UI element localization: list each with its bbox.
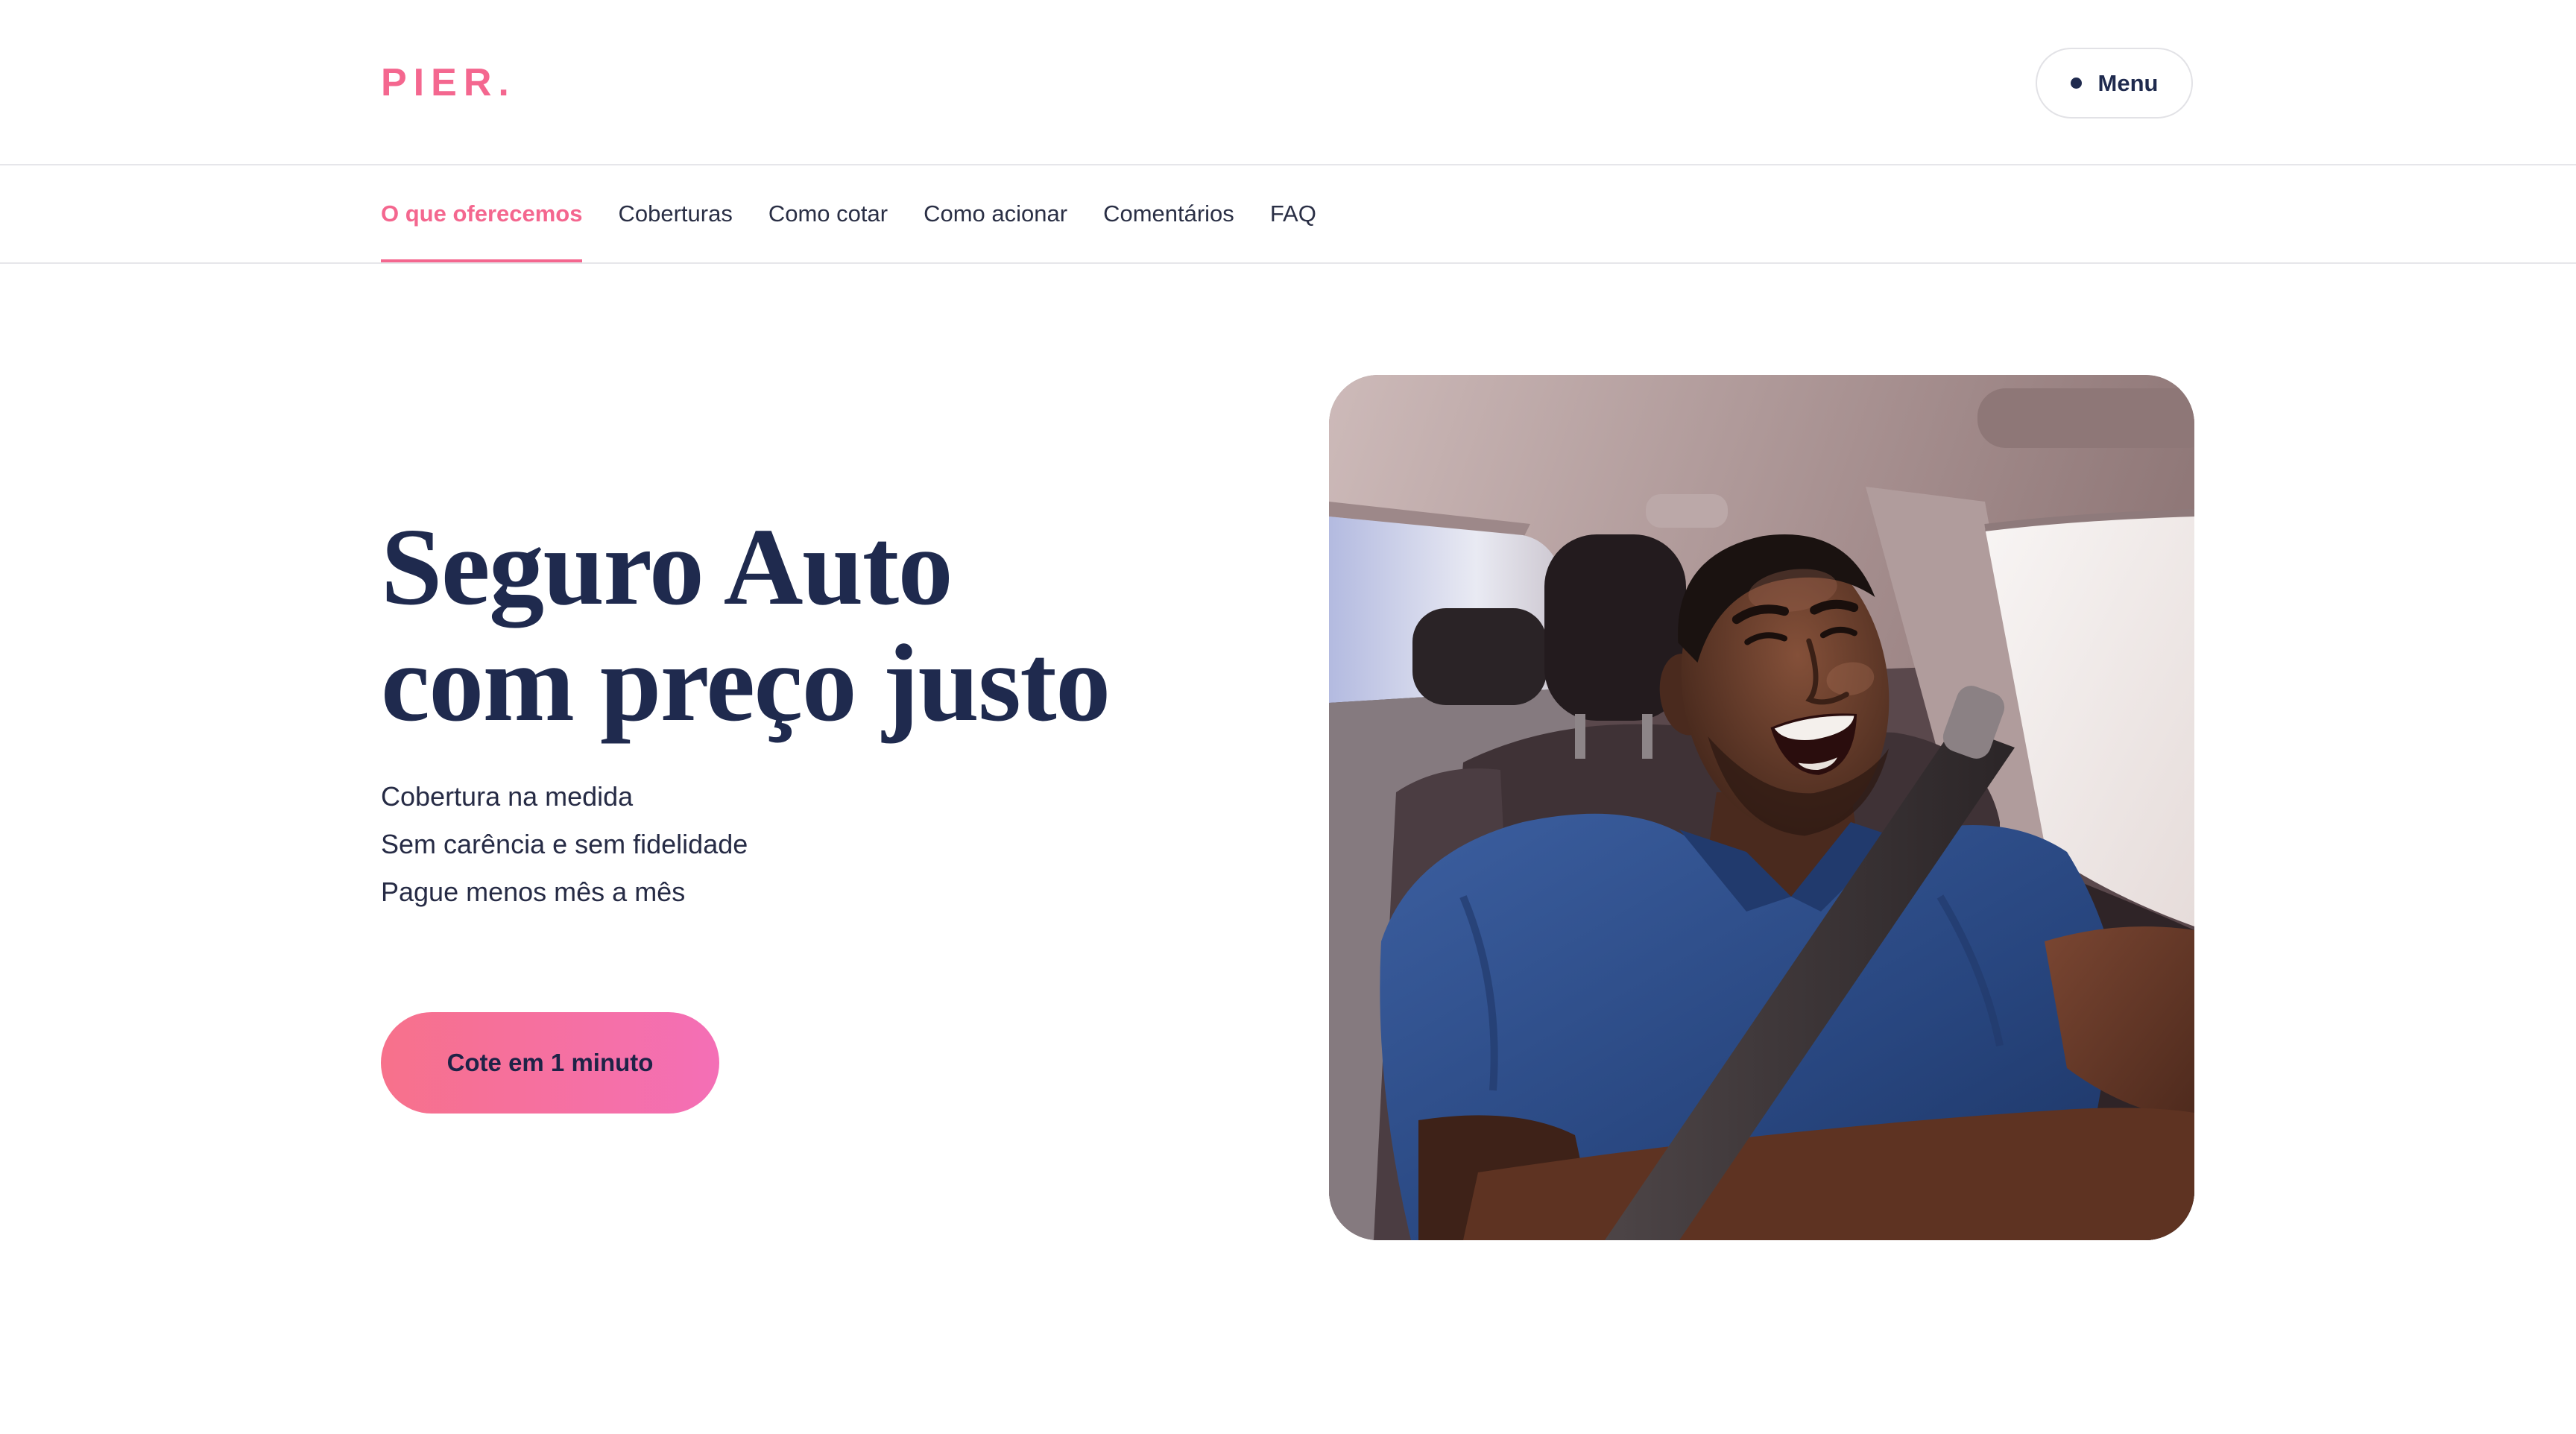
pier-logo[interactable]: PIER. bbox=[381, 60, 516, 105]
nav-item-como-cotar[interactable]: Como cotar bbox=[768, 165, 888, 262]
nav-item-comentarios[interactable]: Comentários bbox=[1103, 165, 1234, 262]
driver-photo-illustration bbox=[1329, 375, 2194, 1240]
hero-title-line-2: com preço justo bbox=[381, 622, 1111, 745]
hero-title: Seguro Auto com preço justo bbox=[381, 506, 1111, 745]
menu-button[interactable]: Menu bbox=[2036, 48, 2193, 119]
hero-benefits-list: Cobertura na medida Sem carência e sem f… bbox=[381, 773, 748, 916]
section-nav: O que oferecemos Coberturas Como cotar C… bbox=[0, 165, 2576, 264]
menu-label: Menu bbox=[2097, 69, 2159, 96]
section-nav-list: O que oferecemos Coberturas Como cotar C… bbox=[381, 165, 1316, 262]
nav-item-faq[interactable]: FAQ bbox=[1270, 165, 1316, 262]
nav-item-o-que-oferecemos[interactable]: O que oferecemos bbox=[381, 165, 583, 262]
hero-title-line-1: Seguro Auto bbox=[381, 506, 953, 628]
dot-icon bbox=[2070, 78, 2082, 89]
site-header: PIER. Menu bbox=[0, 0, 2576, 165]
benefit-item: Pague menos mês a mês bbox=[381, 876, 686, 907]
quote-cta-button[interactable]: Cote em 1 minuto bbox=[381, 1012, 719, 1114]
benefit-item: Sem carência e sem fidelidade bbox=[381, 829, 748, 859]
nav-item-coberturas[interactable]: Coberturas bbox=[618, 165, 732, 262]
benefit-item: Cobertura na medida bbox=[381, 781, 634, 812]
hero-photo bbox=[1329, 375, 2194, 1240]
nav-item-como-acionar[interactable]: Como acionar bbox=[924, 165, 1067, 262]
